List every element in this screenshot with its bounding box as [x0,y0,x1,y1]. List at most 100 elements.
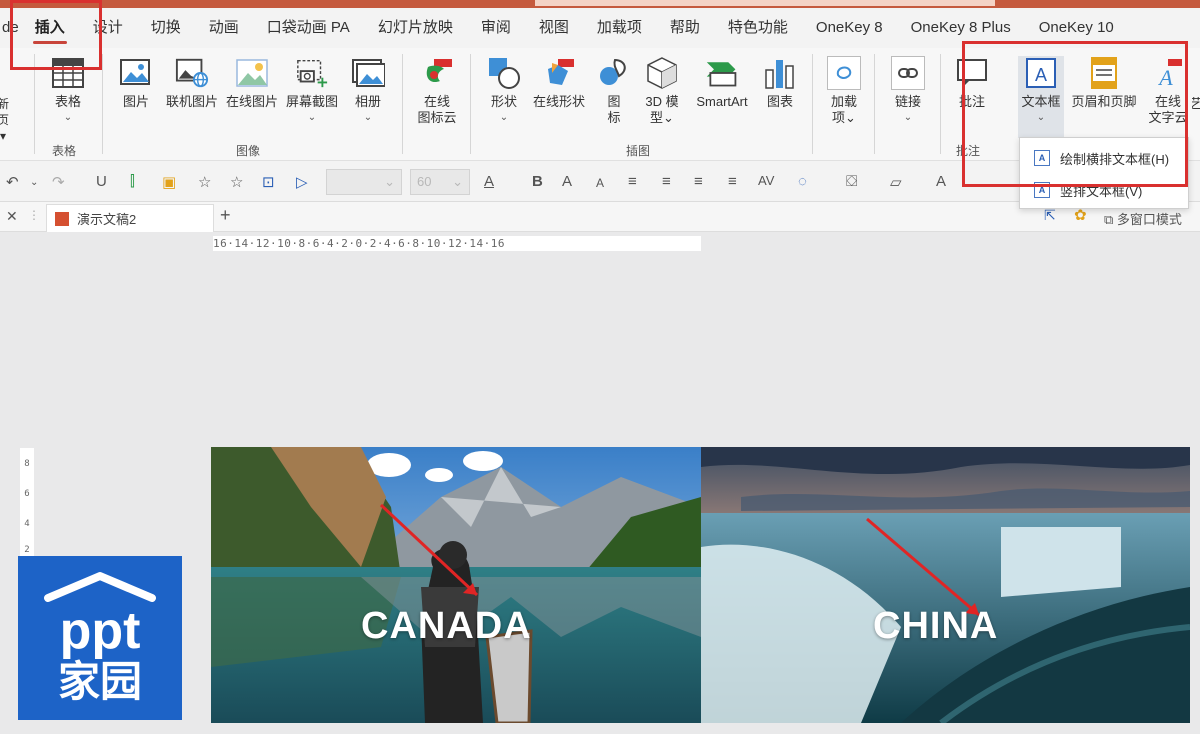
add-tab-icon[interactable]: + [220,205,231,226]
tab-onekey8[interactable]: OneKey 8 [802,8,897,48]
addin-button[interactable]: 加载 项⌄ [824,56,864,126]
paint-bucket-icon[interactable]: ⛋ [846,173,857,190]
redo-icon[interactable]: ↷ [52,173,65,191]
picture-button[interactable]: 图片 [116,56,156,110]
chevron-down-icon: ⌄ [307,112,317,123]
document-tab[interactable]: 演示文稿2 [46,204,214,232]
online-picture-icon [175,56,209,90]
online-picture-button[interactable]: 联机图片 [162,56,222,110]
format-painter-icon[interactable]: U [96,173,107,190]
separator [102,54,103,154]
star-outline-icon[interactable]: ☆ [198,173,211,191]
tab-features[interactable]: 特色功能 [714,8,802,48]
model-3d-button[interactable]: 3D 模型⌄ [638,56,686,126]
close-icon[interactable]: ✕ [6,208,18,225]
canada-label[interactable]: CANADA [361,605,532,648]
align-icon[interactable]: ⫿ [130,173,135,190]
shape-icon [487,56,521,90]
smartart-button[interactable]: SmartArt [688,56,756,110]
font-color-icon[interactable]: A [484,173,494,190]
chart-label: 图表 [766,94,793,109]
chevron-down-icon: ⌄ [63,112,73,123]
document-tab-title: 演示文稿2 [77,212,137,227]
addin-icon [827,56,861,90]
vertical-ruler: 8 6 4 2 [20,448,34,558]
search-box[interactable] [535,0,995,6]
align-center-icon[interactable]: ≡ [628,173,637,190]
screenshot-button[interactable]: 屏幕截图 ⌄ [282,56,342,126]
china-photo[interactable]: CHINA [701,447,1190,723]
horizontal-ruler: 16·14·12·10·8·6·4·2·0·2·4·6·8·10·12·14·1… [213,236,701,251]
online-icon-cloud-button[interactable]: 在线 图标云 [412,56,462,126]
tab-pocket-animation[interactable]: 口袋动画 PA [253,8,364,48]
online-shape-label: 在线形状 [532,94,585,109]
slide-canvas[interactable]: CANADA CHINA [211,447,1190,723]
tab-help[interactable]: 帮助 [656,8,714,48]
album-icon [351,56,385,90]
online-shape-button[interactable]: 在线形状 [530,56,588,110]
character-spacing-icon[interactable]: AV [758,173,774,188]
justify-icon[interactable]: ≡ [662,173,671,190]
star-outline-icon-2[interactable]: ☆ [230,173,243,191]
album-label: 相册 [354,94,381,109]
online-pic2-button[interactable]: 在线图片 [222,56,282,110]
chart-button[interactable]: 图表 [760,56,800,110]
tab-slideshow[interactable]: 幻灯片放映 [364,8,467,48]
tab-transitions[interactable]: 切换 [137,8,195,48]
tab-view[interactable]: 视图 [525,8,583,48]
group-illustration-label: 插图 [626,144,651,158]
link-icon [891,56,925,90]
shape-label: 形状 [490,94,517,109]
align-left-icon[interactable]: ≡ [694,173,703,190]
landscape-icon [235,56,269,90]
more-button[interactable]: 艺 [1192,96,1200,112]
bar-chart-icon [763,56,797,90]
svg-text:2: 2 [24,545,29,555]
text-effect-icon[interactable]: A [936,173,946,190]
online-shape-icon [542,56,576,90]
bold-icon[interactable]: B [532,173,543,190]
cursor-icon[interactable]: ⇱ [1044,207,1056,224]
album-button[interactable]: 相册 ⌄ [346,56,390,126]
arrange-icon[interactable]: ▣ [162,173,176,191]
smartart-label: SmartArt [696,94,748,109]
increase-font-icon[interactable]: A [562,173,572,190]
shape-button[interactable]: 形状 ⌄ [482,56,526,126]
tab-addins[interactable]: 加载项 [583,8,656,48]
video-icon[interactable]: ▷ [296,173,308,191]
font-size-field[interactable]: 60 ⌄ [410,169,470,195]
separator [470,54,471,154]
chevron-down-icon: ⌄ [499,112,509,123]
insert-tab-highlight [10,0,102,70]
ppt-file-icon [55,211,69,226]
separator [940,54,941,154]
textbox-small-icon[interactable]: ⊡ [262,173,275,191]
shape-fill-icon[interactable]: ◌ [798,173,807,190]
pptjiayuan-logo: ppt 家园 [18,556,182,720]
chevron-down-icon: ⌄ [903,112,913,123]
tab-animations[interactable]: 动画 [195,8,253,48]
list-icon[interactable]: ≡ [728,173,737,190]
svg-text:6: 6 [24,489,29,499]
font-name-field[interactable]: ⌄ [326,169,402,195]
pin-icon[interactable]: ⋮ [28,208,40,222]
multi-window-button[interactable]: ⧉ 多窗口模式 [1104,209,1182,228]
undo-icon[interactable]: ↶ [6,173,19,191]
more-label: 艺 [1192,96,1200,111]
picture-label: 图片 [122,94,149,109]
outline-icon[interactable]: ▱ [890,173,902,191]
link-button[interactable]: 链接 ⌄ [888,56,928,126]
smartart-icon [705,56,739,90]
model-3d-label: 3D 模型⌄ [645,94,679,125]
icon-button[interactable]: 图标 [596,56,632,126]
chevron-down-icon[interactable]: ⌄ [30,177,38,188]
icon-label: 图标 [607,94,621,125]
table-label: 表格 [54,94,81,109]
canada-photo[interactable]: CANADA [211,447,701,723]
china-label[interactable]: CHINA [873,605,998,648]
decrease-font-icon[interactable]: A [596,176,604,190]
tab-review[interactable]: 审阅 [467,8,525,48]
new-slide-button[interactable]: 新页 ▾ [0,96,12,144]
chevron-down-icon: ⌄ [384,174,395,189]
svg-text:8: 8 [24,459,29,469]
